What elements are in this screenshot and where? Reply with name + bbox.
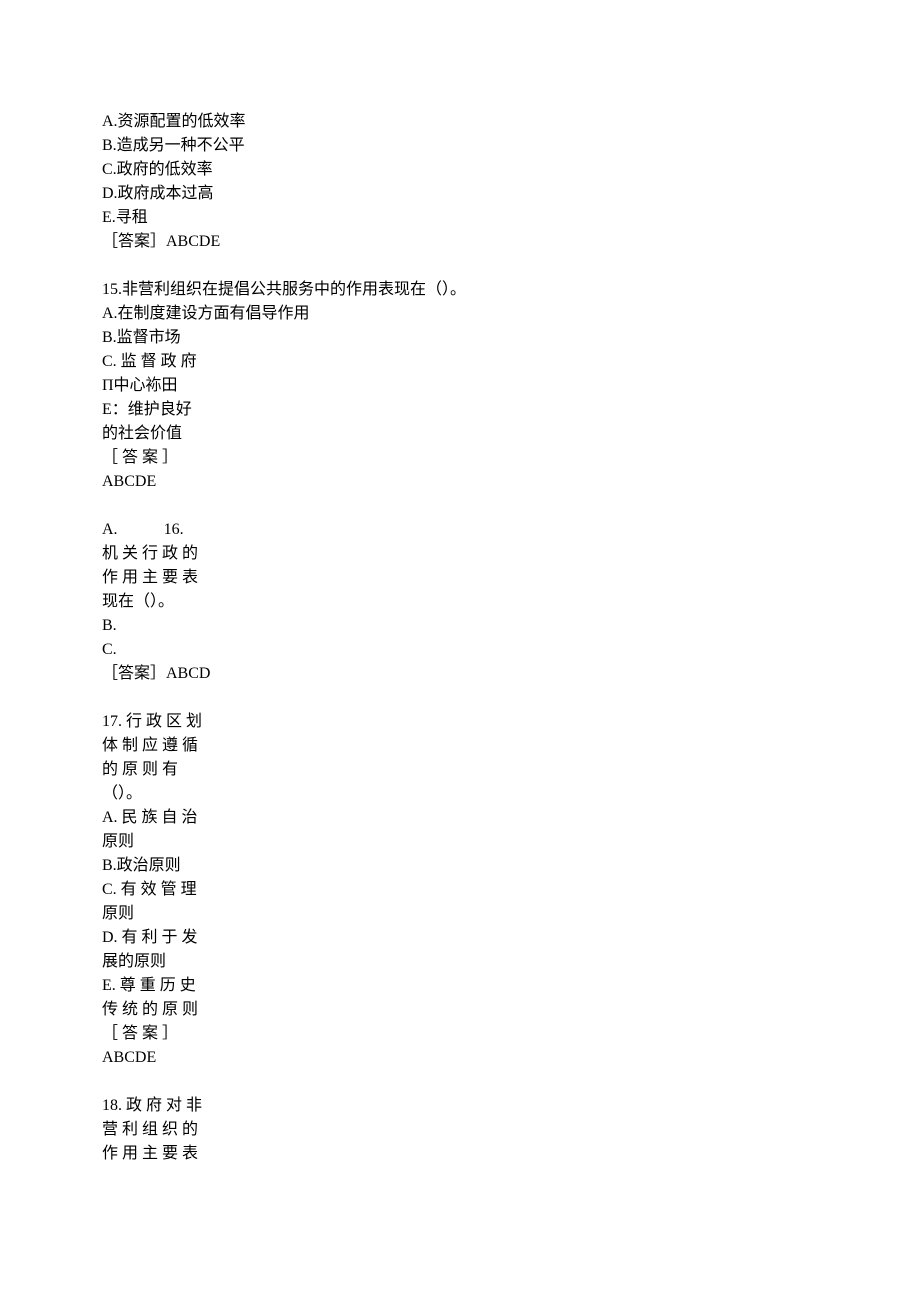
option-a: A.在制度建设方面有倡导作用 [102, 302, 820, 326]
q16-line6: C. [102, 638, 217, 662]
q17-line11: 展的原则 [102, 950, 217, 974]
answer: ［答案］ABCDE [102, 230, 820, 254]
q16-answer: ［答案］ABCD [102, 662, 217, 686]
option-b: B.监督市场 [102, 326, 820, 350]
q17-line1: 17. 行 政 区 划 [102, 710, 217, 734]
option-c: C.政府的低效率 [102, 158, 820, 182]
q17-line13: 传 统 的 原 则 [102, 998, 217, 1022]
q17-line7: B.政治原则 [102, 854, 217, 878]
q14-tail: A.资源配置的低效率 B.造成另一种不公平 C.政府的低效率 D.政府成本过高 … [102, 110, 820, 254]
q18-line3: 作 用 主 要 表 [102, 1142, 217, 1166]
q17-line2: 体 制 应 遵 循 [102, 734, 217, 758]
q16-line4: 现在（）。 [102, 590, 217, 614]
q17: 17. 行 政 区 划 体 制 应 遵 循 的 原 则 有 （）。 A. 民 族… [102, 710, 217, 1070]
q17-line12: E. 尊 重 历 史 [102, 974, 217, 998]
q16-line2: 机 关 行 政 的 [102, 542, 217, 566]
answer-label: ［ 答 案 ］ [102, 446, 217, 470]
q15: 15.非营利组织在提倡公共服务中的作用表现在（）。 A.在制度建设方面有倡导作用… [102, 278, 820, 494]
q16-line3: 作 用 主 要 表 [102, 566, 217, 590]
garbled-text: Π中心袮田 [102, 374, 217, 398]
q18-line1: 18. 政 府 对 非 [102, 1094, 217, 1118]
q17-line6: 原则 [102, 830, 217, 854]
option-e-line1: E：维护良好 [102, 398, 217, 422]
q16-line1: A. 16. [102, 518, 217, 542]
option-e-line2: 的社会价值 [102, 422, 217, 446]
option-e: E.寻租 [102, 206, 820, 230]
q16-a-letter: A. [102, 521, 118, 538]
q17-line4: （）。 [102, 782, 217, 806]
q17-line10: D. 有 利 于 发 [102, 926, 217, 950]
q17-answer-label: ［ 答 案 ］ [102, 1022, 217, 1046]
q18: 18. 政 府 对 非 营 利 组 织 的 作 用 主 要 表 [102, 1094, 217, 1166]
q17-line5: A. 民 族 自 治 [102, 806, 217, 830]
option-a: A.资源配置的低效率 [102, 110, 820, 134]
q18-line2: 营 利 组 织 的 [102, 1118, 217, 1142]
option-b: B.造成另一种不公平 [102, 134, 820, 158]
q17-line3: 的 原 则 有 [102, 758, 217, 782]
q17-line8: C. 有 效 管 理 [102, 878, 217, 902]
question-stem: 15.非营利组织在提倡公共服务中的作用表现在（）。 [102, 278, 820, 302]
option-d: D.政府成本过高 [102, 182, 820, 206]
answer-value: ABCDE [102, 470, 217, 494]
q17-answer-value: ABCDE [102, 1046, 217, 1070]
q16: A. 16. 机 关 行 政 的 作 用 主 要 表 现在（）。 B. C. ［… [102, 518, 217, 686]
q16-number: 16. [164, 521, 184, 538]
q17-line9: 原则 [102, 902, 217, 926]
q16-line5: B. [102, 614, 217, 638]
option-c: C. 监 督 政 府 [102, 350, 217, 374]
